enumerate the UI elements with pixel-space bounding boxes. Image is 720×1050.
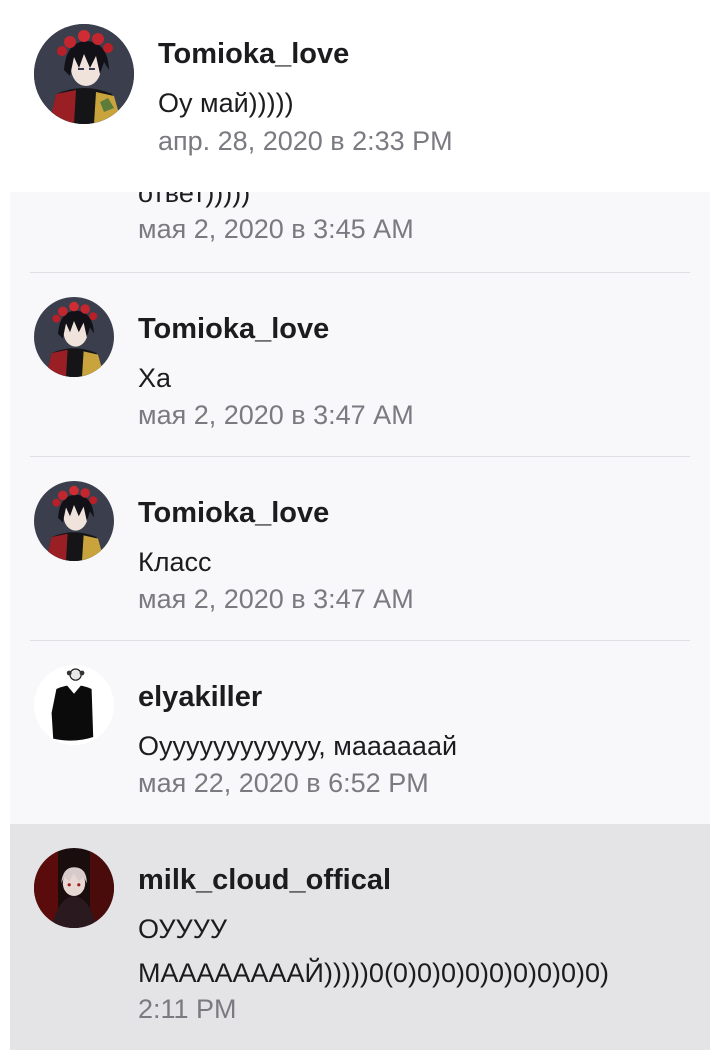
comment-text-continued: МААААААААЙ)))))0(0)0)0)0)0)0)0)0)0) (138, 958, 609, 988)
partial-comment[interactable]: ответ))))) мая 2, 2020 в 3:45 AM (10, 192, 710, 272)
tomioka-avatar[interactable] (34, 481, 114, 561)
tomioka-avatar[interactable] (34, 297, 114, 377)
comment-username[interactable]: Tomioka_love (158, 38, 349, 71)
comment-timestamp: мая 22, 2020 в 6:52 PM (138, 768, 429, 798)
comment-row[interactable]: elyakiller Оуууууууууууу, маааааай мая 2… (10, 641, 710, 824)
comment-row-highlighted[interactable]: milk_cloud_offical ОУУУУ МААААААААЙ)))))… (10, 824, 710, 1050)
comment-timestamp: мая 2, 2020 в 3:45 AM (138, 214, 414, 244)
comment-username[interactable]: milk_cloud_offical (138, 864, 391, 897)
comment-username[interactable]: elyakiller (138, 681, 262, 714)
comment-timestamp: мая 2, 2020 в 3:47 AM (138, 584, 414, 614)
comment-list[interactable]: ответ))))) мая 2, 2020 в 3:45 AM Tomioka… (10, 192, 710, 1050)
pinned-comment[interactable]: Tomioka_love Оу май))))) апр. 28, 2020 в… (0, 0, 720, 192)
comment-text: ответ))))) (138, 192, 251, 208)
comment-text: Класс (138, 547, 212, 577)
milk-cloud-avatar[interactable] (34, 848, 114, 928)
comment-username[interactable]: Tomioka_love (138, 497, 329, 530)
comment-text: Оуууууууууууу, маааааай (138, 731, 458, 761)
comment-text: ОУУУУ (138, 914, 228, 944)
tomioka-avatar[interactable] (34, 24, 134, 124)
comment-timestamp: апр. 28, 2020 в 2:33 PM (158, 126, 453, 156)
comment-row[interactable]: Tomioka_love Класс мая 2, 2020 в 3:47 AM (10, 457, 710, 640)
comment-text: Ха (138, 363, 172, 393)
comment-timestamp: мая 2, 2020 в 3:47 AM (138, 400, 414, 430)
comments-screen: Tomioka_love Оу май))))) апр. 28, 2020 в… (0, 0, 720, 1050)
comment-username[interactable]: Tomioka_love (138, 313, 329, 346)
comment-text: Оу май))))) (158, 88, 294, 118)
comment-row[interactable]: Tomioka_love Ха мая 2, 2020 в 3:47 AM (10, 273, 710, 456)
comment-timestamp: 2:11 PM (138, 994, 237, 1024)
elyakiller-avatar[interactable] (34, 665, 114, 745)
